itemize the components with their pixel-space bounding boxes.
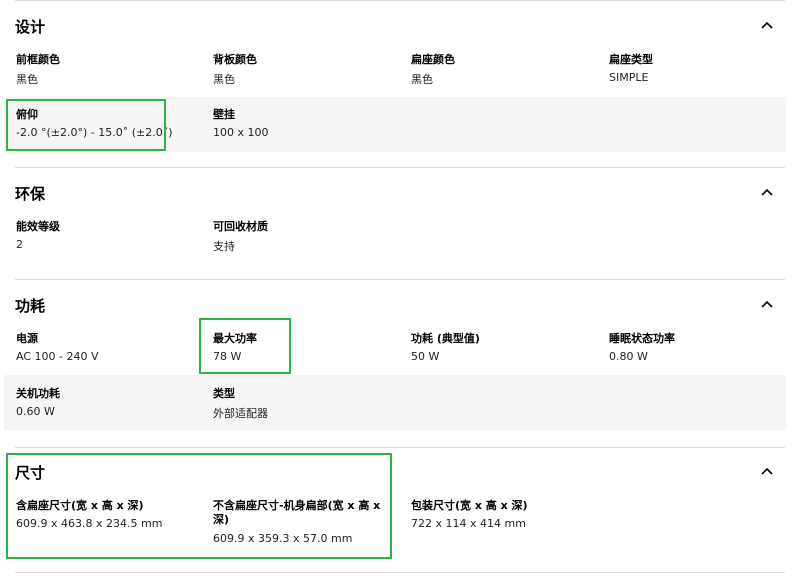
chevron-up-icon[interactable]: [759, 186, 775, 198]
spec-label-energy-class: 能效等级: [16, 220, 60, 233]
spec-value-package-size: 722 x 114 x 414 mm: [411, 517, 526, 530]
spec-value-recyclable: 支持: [213, 240, 235, 253]
spec-value-stand-color: 黑色: [411, 73, 433, 86]
spec-label-back-color: 背板颜色: [213, 53, 257, 66]
spec-value-stand-type: SIMPLE: [609, 71, 649, 84]
highlight-box-tilt: [6, 99, 166, 151]
section-title-power[interactable]: 功耗: [15, 295, 45, 316]
top-divider: [15, 0, 785, 1]
spec-value-adapter-type: 外部适配器: [213, 407, 268, 420]
chevron-up-icon[interactable]: [759, 298, 775, 310]
spec-label-stand-type: 扁座类型: [609, 53, 653, 66]
bottom-divider: [15, 572, 785, 573]
highlight-box-max-power: [199, 318, 291, 374]
spec-label-recyclable: 可回收材质: [213, 220, 268, 233]
spec-value-back-color: 黑色: [213, 73, 235, 86]
spec-row-band: [4, 375, 786, 430]
chevron-up-icon[interactable]: [759, 465, 775, 477]
spec-value-energy-class: 2: [16, 238, 23, 251]
chevron-up-icon[interactable]: [759, 19, 775, 31]
spec-value-sleep-power: 0.80 W: [609, 350, 648, 363]
spec-value-power-supply: AC 100 - 240 V: [16, 350, 99, 363]
spec-label-sleep-power: 睡眠状态功率: [609, 332, 675, 345]
spec-label-wall-mount: 壁挂: [213, 108, 235, 121]
spec-label-off-power: 关机功耗: [16, 387, 60, 400]
section-divider: [15, 447, 785, 448]
spec-label-adapter-type: 类型: [213, 387, 235, 400]
spec-value-wall-mount: 100 x 100: [213, 126, 269, 139]
spec-value-front-color: 黑色: [16, 73, 38, 86]
section-title-design[interactable]: 设计: [15, 16, 45, 37]
spec-label-front-color: 前框颜色: [16, 53, 60, 66]
section-divider: [15, 167, 785, 168]
section-divider: [15, 279, 785, 280]
highlight-box-dimensions: [6, 453, 392, 559]
spec-value-typical-power: 50 W: [411, 350, 440, 363]
spec-value-off-power: 0.60 W: [16, 405, 55, 418]
spec-label-package-size: 包装尺寸(宽 x 高 x 深): [411, 499, 528, 512]
spec-label-stand-color: 扁座颜色: [411, 53, 455, 66]
section-title-eco[interactable]: 环保: [15, 183, 45, 204]
spec-label-power-supply: 电源: [16, 332, 38, 345]
spec-label-typical-power: 功耗 (典型值): [411, 332, 480, 345]
